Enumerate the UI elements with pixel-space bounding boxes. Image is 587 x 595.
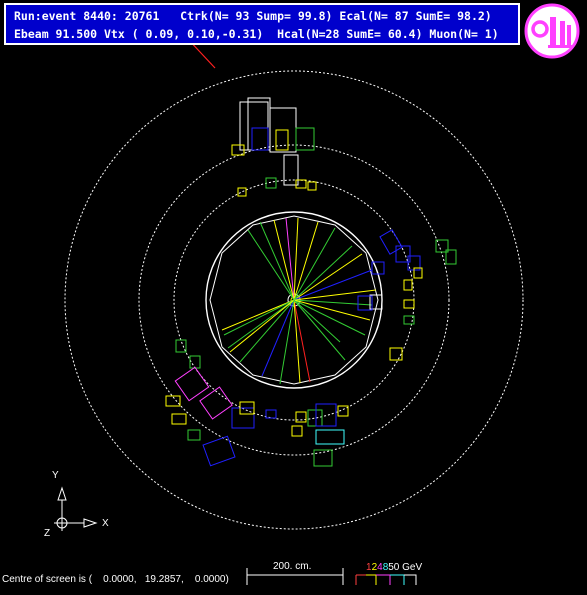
event-display-canvas[interactable]: Run:event 8440: 20761 Ctrk(N= 93 Sump= 9… xyxy=(0,0,587,591)
opal-logo-icon xyxy=(524,3,580,59)
header-line-beam: Ebeam 91.500 Vtx ( 0.09, 0.10,-0.31) Hca… xyxy=(14,27,499,41)
y-axis-label: Y xyxy=(52,470,59,481)
opal-logo xyxy=(524,3,580,59)
scale-label: 200. cm. xyxy=(273,561,312,572)
energy-scale-label: 124850 GeV xyxy=(366,562,422,573)
energy-legend-marks xyxy=(355,574,417,585)
detector-view xyxy=(54,36,524,585)
event-header: Run:event 8440: 20761 Ctrk(N= 93 Sump= 9… xyxy=(4,3,520,45)
axis-indicator xyxy=(54,486,98,531)
header-line-run: Run:event 8440: 20761 Ctrk(N= 93 Sump= 9… xyxy=(14,9,492,23)
x-axis-label: X xyxy=(102,518,109,529)
z-axis-label: Z xyxy=(44,528,51,539)
energy-part-50: 50 GeV xyxy=(388,562,423,573)
centre-of-screen-readout: Centre of screen is ( 0.0000, 19.2857, 0… xyxy=(2,574,229,585)
calorimeter-hits xyxy=(165,97,457,467)
